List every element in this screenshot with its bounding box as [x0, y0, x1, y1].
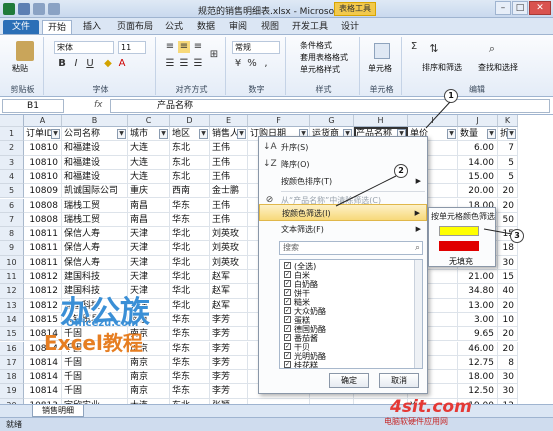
watermark-excel-tutorial: Excel教程 [44, 331, 143, 355]
status-bar: 就绪 [0, 417, 553, 431]
watermark-4sit: 4sit.com [390, 397, 472, 417]
callout-arrows [335, 101, 513, 235]
sheet-tab[interactable]: 销售明细 [32, 405, 84, 417]
status-text: 就绪 [6, 420, 22, 429]
watermark-site-name: 电脑软硬件应用网 [384, 417, 448, 426]
